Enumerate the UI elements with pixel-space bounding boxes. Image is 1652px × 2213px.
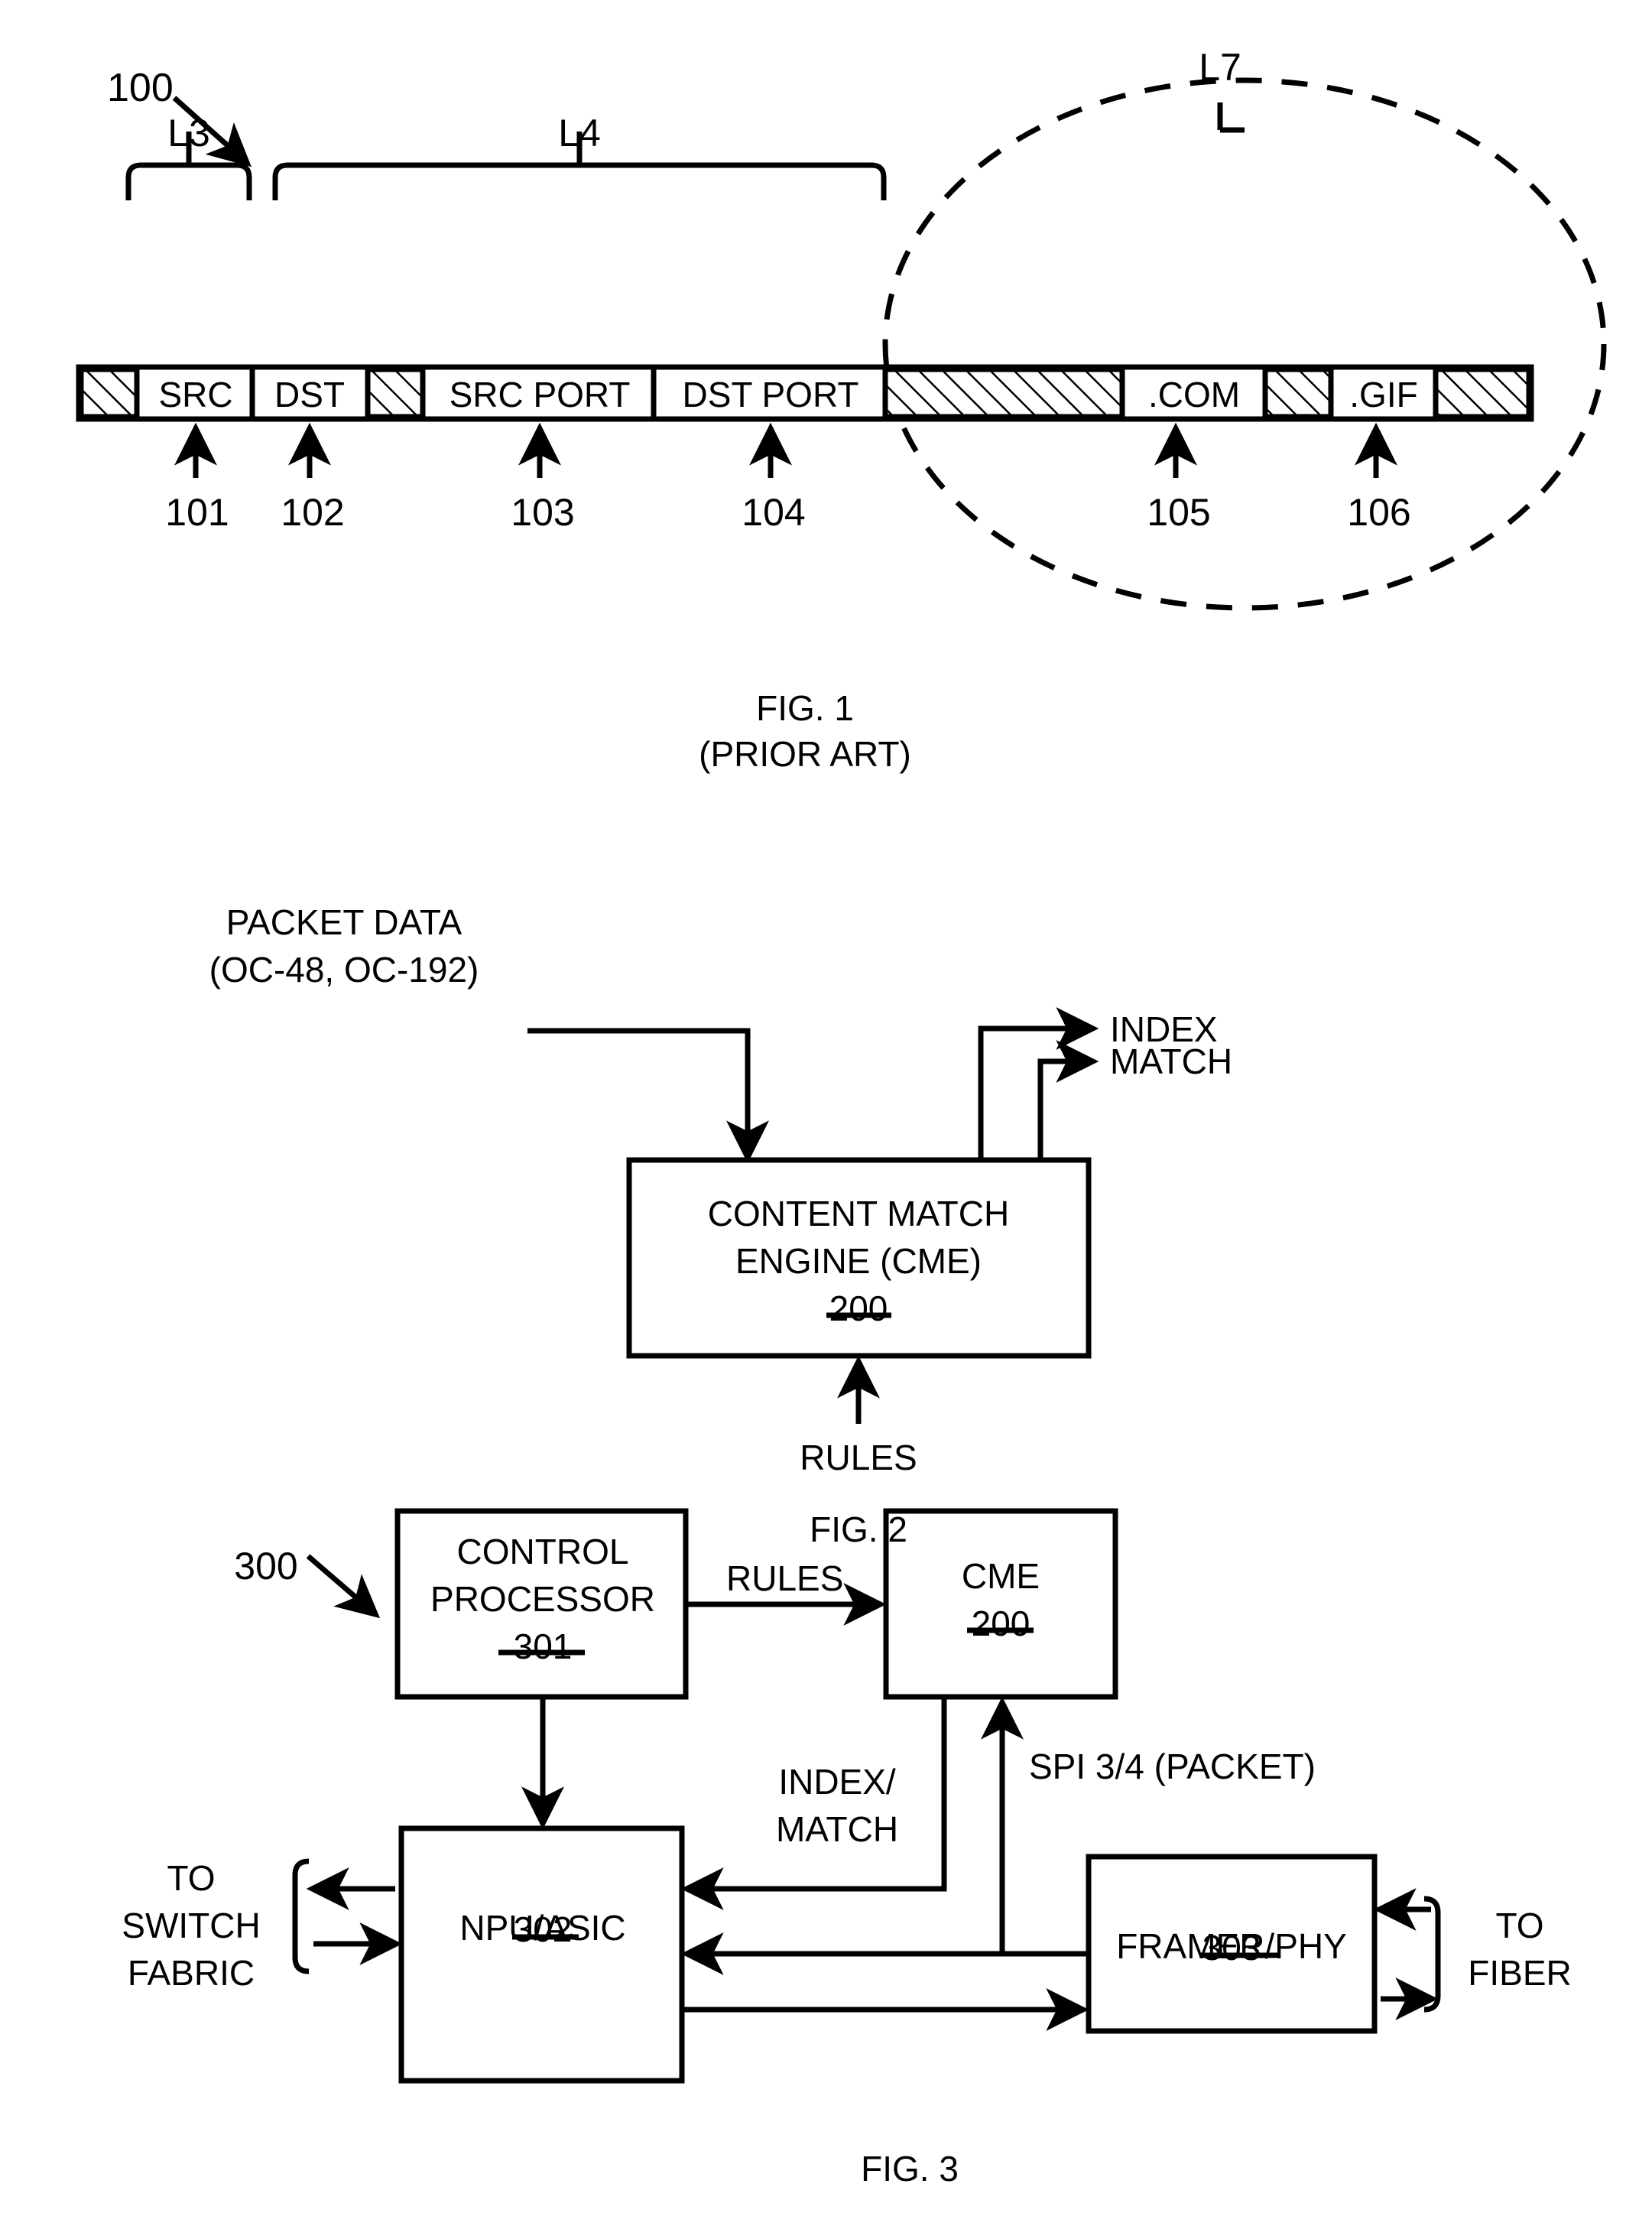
- fig1-callout-105: 105: [1147, 491, 1211, 534]
- fig1-callout-104: 104: [742, 491, 806, 534]
- patent-drawing-sheet: 100 L3 L4 L7 SRC DST SRC PORT DST PORT .…: [0, 0, 1652, 2213]
- fig3-control-processor-ref: 301: [513, 1626, 573, 1666]
- fig1-segment-com: .COM: [1147, 375, 1241, 414]
- fig3-edge-label-index: INDEX/: [778, 1762, 896, 1802]
- fig3-caption: FIG. 3: [861, 2149, 959, 2189]
- fig3-ref-300: 300: [234, 1545, 298, 1587]
- fig2-input-label-line2: (OC-48, OC-192): [209, 950, 479, 990]
- fig1-callout-101: 101: [165, 491, 229, 534]
- fig1-label-l3: L3: [167, 112, 210, 154]
- fig3-edge-label-spi: SPI 3/4 (PACKET): [1029, 1747, 1316, 1786]
- fig3-fiber-bracket: [1423, 1896, 1441, 2013]
- drawing-vector-layer: [76, 77, 1607, 2084]
- fig1-segment-src: SRC: [158, 375, 233, 414]
- fig2-input-rules: RULES: [800, 1438, 917, 1477]
- fig1-hatched-block: [365, 368, 425, 418]
- fig1-hatched-block: [883, 368, 1125, 418]
- fig2-cme-line2: ENGINE (CME): [735, 1241, 982, 1281]
- fig1-callout-106: 106: [1347, 491, 1411, 534]
- fig2-cme-ref: 200: [829, 1288, 888, 1328]
- fig2-cme-line1: CONTENT MATCH: [707, 1194, 1010, 1233]
- fig1-l7-ellipse: [882, 77, 1607, 611]
- fig3-fiber-line2: FIBER: [1468, 1953, 1572, 1993]
- fig3-switch-fabric-line2: SWITCH: [122, 1906, 261, 1945]
- fig1-caption-prior-art: (PRIOR ART): [699, 734, 911, 774]
- fig1-callout-102: 102: [281, 491, 345, 534]
- fig3-fiber-line1: TO: [1495, 1906, 1544, 1945]
- fig1-caption: FIG. 1: [756, 688, 854, 728]
- fig3-control-processor-line1: CONTROL: [456, 1532, 629, 1571]
- fig1-hatched-block: [1433, 368, 1530, 418]
- fig1-callout-arrows: [174, 422, 1397, 478]
- fig3-framer-phy-ref: 303: [1202, 1928, 1261, 1968]
- fig3-switch-fabric-bracket: [292, 1858, 310, 1974]
- fig1-label-l4: L4: [558, 112, 601, 154]
- fig1-segment-dst-port: DST PORT: [682, 375, 859, 414]
- fig2-input-label-line1: PACKET DATA: [226, 902, 462, 942]
- fig3-switch-fabric-line3: FABRIC: [127, 1953, 255, 1993]
- fig3-switch-fabric-line1: TO: [167, 1858, 216, 1898]
- fig3-cme-ref: 200: [971, 1604, 1030, 1643]
- fig1-hatched-block: [80, 368, 139, 418]
- fig3-npu-asic-box: [398, 1825, 685, 2084]
- fig3-cme-line1: CME: [961, 1556, 1040, 1596]
- fig1-hatched-block: [1263, 368, 1333, 418]
- fig3-edge-label-match: MATCH: [775, 1809, 899, 1849]
- fig1-ref-100: 100: [107, 66, 174, 110]
- fig2-caption: FIG. 2: [810, 1509, 907, 1549]
- fig1-segment-gif: .GIF: [1349, 375, 1418, 414]
- fig1-segment-dst: DST: [274, 375, 345, 414]
- fig1-callout-103: 103: [511, 491, 575, 534]
- fig1-segment-src-port: SRC PORT: [449, 375, 631, 414]
- fig3-control-processor-line2: PROCESSOR: [430, 1579, 655, 1619]
- fig3-npu-asic-ref: 302: [513, 1909, 573, 1949]
- fig3-edge-label-rules: RULES: [726, 1558, 844, 1598]
- fig2-output-match: MATCH: [1110, 1042, 1233, 1081]
- fig1-label-l7: L7: [1199, 46, 1241, 89]
